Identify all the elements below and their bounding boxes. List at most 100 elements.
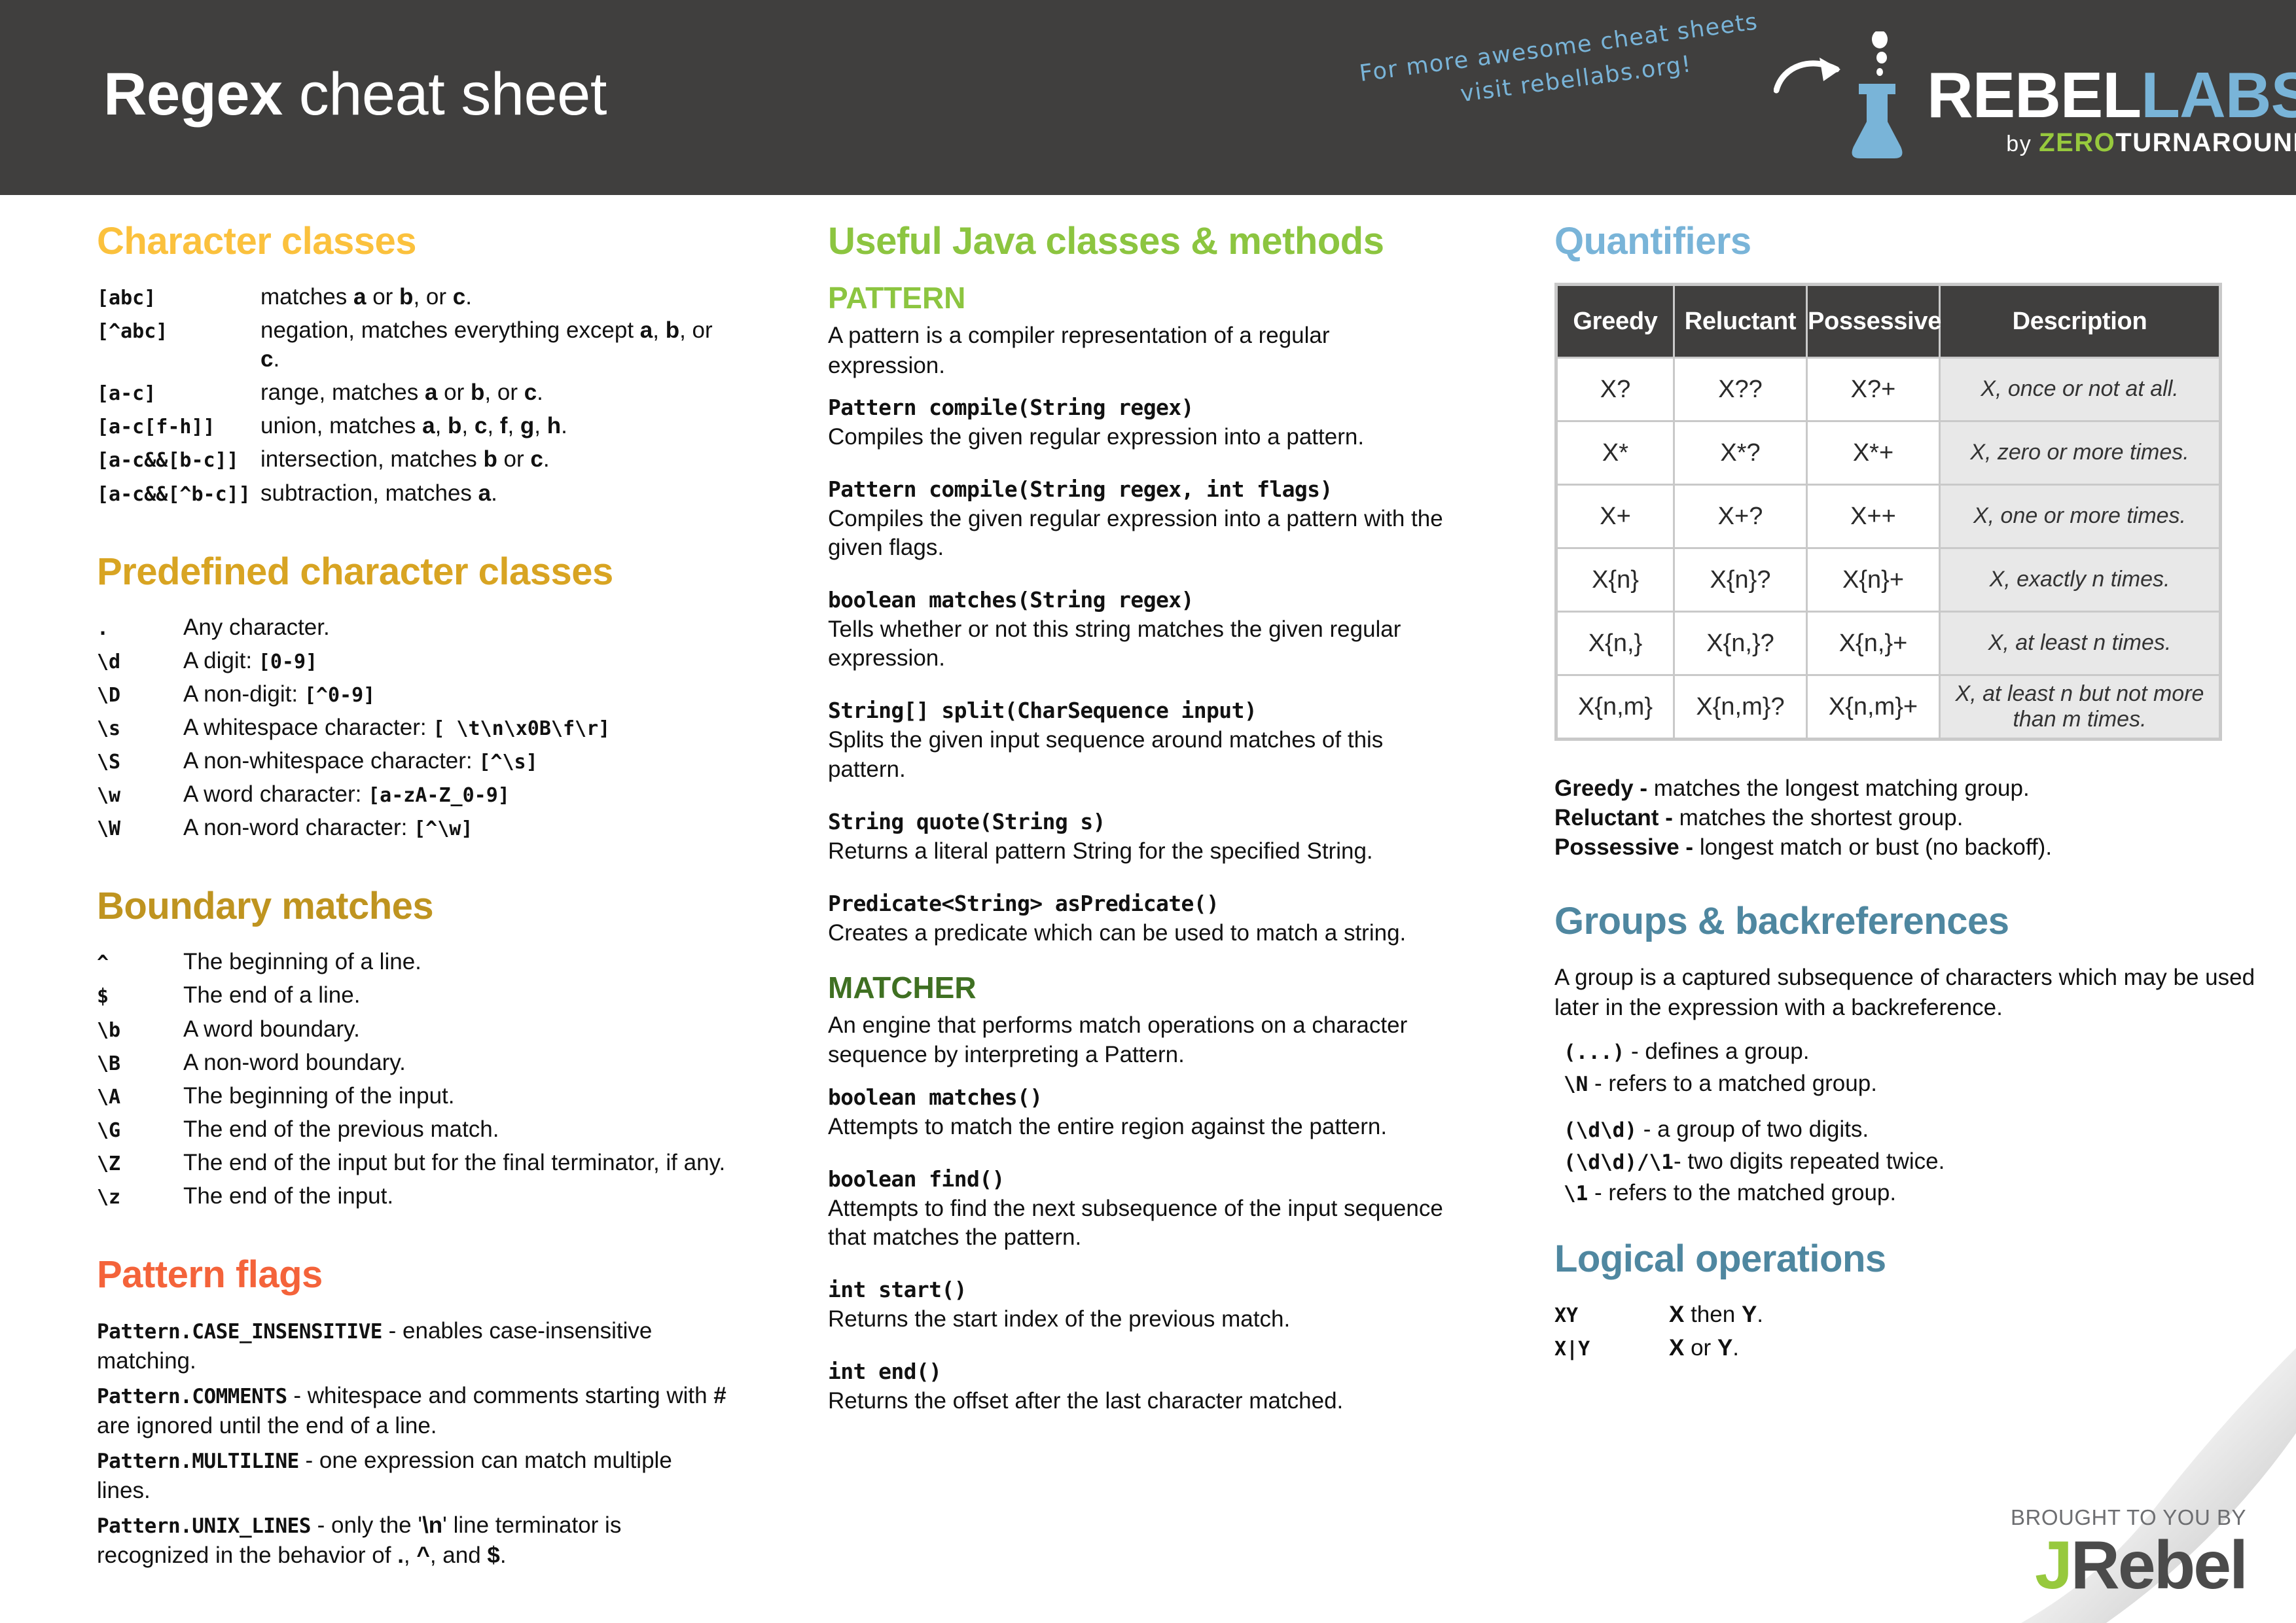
cell-greedy: X+: [1558, 486, 1673, 547]
jrebel-j-letter: J: [2034, 1527, 2073, 1603]
bm-desc-5: The end of the previous match.: [183, 1116, 499, 1142]
table-header-row: Greedy Reluctant Possessive Description: [1558, 286, 2219, 357]
list-item: [a-c&&[^b-c]] subtraction, matches a.: [97, 479, 730, 508]
list-item: X|Y X or Y.: [1554, 1334, 2283, 1363]
cheat-sheet-page: Regex cheat sheet For more awesome cheat…: [0, 0, 2296, 1623]
list-item: [a-c[f-h]] union, matches a, b, c, f, g,…: [97, 412, 730, 440]
method-doc: Compiles the given regular expression in…: [828, 506, 1443, 561]
pcc-desc-2: A non-digit: [^0-9]: [183, 681, 376, 707]
cc-term-2: [a-c]: [97, 382, 156, 406]
page-title: Regex cheat sheet: [103, 64, 607, 124]
quantifiers-table: Greedy Reluctant Possessive Description …: [1556, 284, 2221, 740]
column-right: Quantifiers Greedy Reluctant Possessive …: [1463, 223, 2296, 1575]
method-block: Pattern compile(String regex, int flags)…: [828, 476, 1450, 562]
heading-quantifiers: Quantifiers: [1554, 220, 1751, 262]
method-signature: Predicate<String> asPredicate(): [828, 890, 1219, 916]
method-block: Predicate<String> asPredicate() Creates …: [828, 891, 1450, 948]
subheading-pattern: PATTERN: [828, 281, 966, 315]
method-doc: Compiles the given regular expression in…: [828, 424, 1365, 450]
method-signature: int start(): [828, 1277, 967, 1303]
list-item: Possessive - longest match or bust (no b…: [1554, 833, 2283, 863]
list-item: Reluctant - matches the shortest group.: [1554, 804, 2283, 833]
heading-character-classes: Character classes: [97, 220, 417, 262]
list-item: XY X then Y.: [1554, 1300, 2283, 1329]
lo-desc-0: X then Y.: [1669, 1301, 1764, 1327]
jrebel-footer-logo: BROUGHT TO YOU BY JRebel: [2011, 1505, 2248, 1599]
cell-possessive: X{n,m}+: [1808, 676, 1939, 738]
method-signature: String[] split(CharSequence input): [828, 698, 1257, 724]
bm-desc-1: The end of a line.: [183, 982, 361, 1008]
column-header-description: Description: [1941, 286, 2219, 357]
groups-list-a: (...) - defines a group. \N - refers to …: [1554, 1037, 2283, 1098]
pcc-desc-1: A digit: [0-9]: [183, 647, 318, 673]
cell-possessive: X{n}+: [1808, 549, 1939, 611]
logo-turnaround-text: TURNAROUND: [2115, 128, 2296, 158]
method-block: int start() Returns the start index of t…: [828, 1277, 1450, 1334]
rebellabs-logo: REBELLABS by ZEROTURNAROUND: [1833, 31, 2296, 169]
list-item: (\d\d) - a group of two digits.: [1564, 1116, 1869, 1143]
list-item: \N - refers to a matched group.: [1564, 1070, 1877, 1096]
pcc-term-1: \d: [97, 650, 121, 673]
bm-term-7: \z: [97, 1185, 121, 1209]
list-item: ^ The beginning of a line.: [97, 948, 730, 976]
cell-reluctant: X{n}?: [1675, 549, 1806, 611]
list-item: \W A non-word character: [^\w]: [97, 813, 730, 842]
list-item: \G The end of the previous match.: [97, 1115, 730, 1144]
note-term-greedy: Greedy -: [1554, 776, 1654, 801]
bm-desc-7: The end of the input.: [183, 1183, 394, 1209]
table-row: X{n} X{n}? X{n}+ X, exactly n times.: [1558, 549, 2219, 611]
jrebel-wordmark: JRebel: [2011, 1531, 2248, 1599]
quantifier-notes: Greedy - matches the longest matching gr…: [1554, 774, 2283, 862]
list-item: Pattern.CASE_INSENSITIVE - enables case-…: [97, 1318, 653, 1374]
bm-term-2: \b: [97, 1018, 121, 1042]
method-block: boolean matches() Attempts to match the …: [828, 1084, 1450, 1141]
cc-desc-0: matches a or b, or c.: [260, 284, 472, 310]
heading-predefined-character-classes: Predefined character classes: [97, 550, 613, 593]
method-doc: Creates a predicate which can be used to…: [828, 919, 1407, 946]
list-item: \A The beginning of the input.: [97, 1082, 730, 1111]
method-doc: Returns the offset after the last charac…: [828, 1388, 1344, 1414]
bm-desc-6: The end of the input but for the final t…: [183, 1149, 726, 1175]
heading-useful-java-classes: Useful Java classes & methods: [828, 220, 1384, 262]
table-row: X+ X+? X++ X, one or more times.: [1558, 486, 2219, 547]
cell-possessive: X*+: [1808, 422, 1939, 484]
method-block: String[] split(CharSequence input) Split…: [828, 698, 1450, 783]
pcc-term-2: \D: [97, 683, 121, 707]
method-signature: Pattern compile(String regex): [828, 395, 1194, 420]
method-doc: Returns a literal pattern String for the…: [828, 838, 1373, 864]
list-item: [abc] matches a or b, or c.: [97, 283, 730, 312]
method-block: boolean matches(String regex) Tells whet…: [828, 587, 1450, 673]
list-item: [^abc] negation, matches everything exce…: [97, 316, 730, 374]
cell-description: X, once or not at all.: [1941, 359, 2219, 420]
cc-desc-5: subtraction, matches a.: [260, 480, 497, 506]
cc-term-1: [^abc]: [97, 320, 168, 344]
pcc-term-4: \S: [97, 751, 121, 774]
list-item: \1 - refers to the matched group.: [1564, 1180, 1897, 1206]
logo-labs-text: LABS: [2141, 59, 2296, 131]
bm-term-4: \A: [97, 1085, 121, 1109]
boundary-matches-list: ^ The beginning of a line. $ The end of …: [97, 948, 730, 1211]
list-item: Pattern.COMMENTS - whitespace and commen…: [97, 1383, 726, 1438]
cc-desc-3: union, matches a, b, c, f, g, h.: [260, 413, 567, 439]
bm-desc-0: The beginning of a line.: [183, 949, 422, 975]
logo-rebel-text: REBEL: [1927, 59, 2142, 131]
method-doc: Tells whether or not this string matches…: [828, 616, 1401, 671]
list-item: \w A word character: [a-zA-Z_0-9]: [97, 780, 730, 809]
note-desc-reluctant: matches the shortest group.: [1679, 804, 1964, 830]
cell-greedy: X*: [1558, 422, 1673, 484]
bm-desc-2: A word boundary.: [183, 1016, 360, 1042]
method-signature: boolean find(): [828, 1166, 1005, 1192]
bm-term-5: \G: [97, 1118, 121, 1142]
cell-greedy: X{n}: [1558, 549, 1673, 611]
list-item: \B A non-word boundary.: [97, 1048, 730, 1077]
list-item: [a-c&&[b-c]] intersection, matches b or …: [97, 445, 730, 474]
cell-possessive: X{n,}+: [1808, 613, 1939, 674]
character-classes-list: [abc] matches a or b, or c. [^abc] negat…: [97, 283, 730, 508]
column-header-greedy: Greedy: [1558, 286, 1673, 357]
column-left: Character classes [abc] matches a or b, …: [0, 223, 743, 1575]
bm-term-1: $: [97, 985, 109, 1008]
list-item: \Z The end of the input but for the fina…: [97, 1149, 730, 1177]
groups-intro: A group is a captured subsequence of cha…: [1554, 965, 2255, 1020]
flask-icon: [1833, 31, 1918, 162]
page-title-light: cheat sheet: [282, 61, 607, 128]
